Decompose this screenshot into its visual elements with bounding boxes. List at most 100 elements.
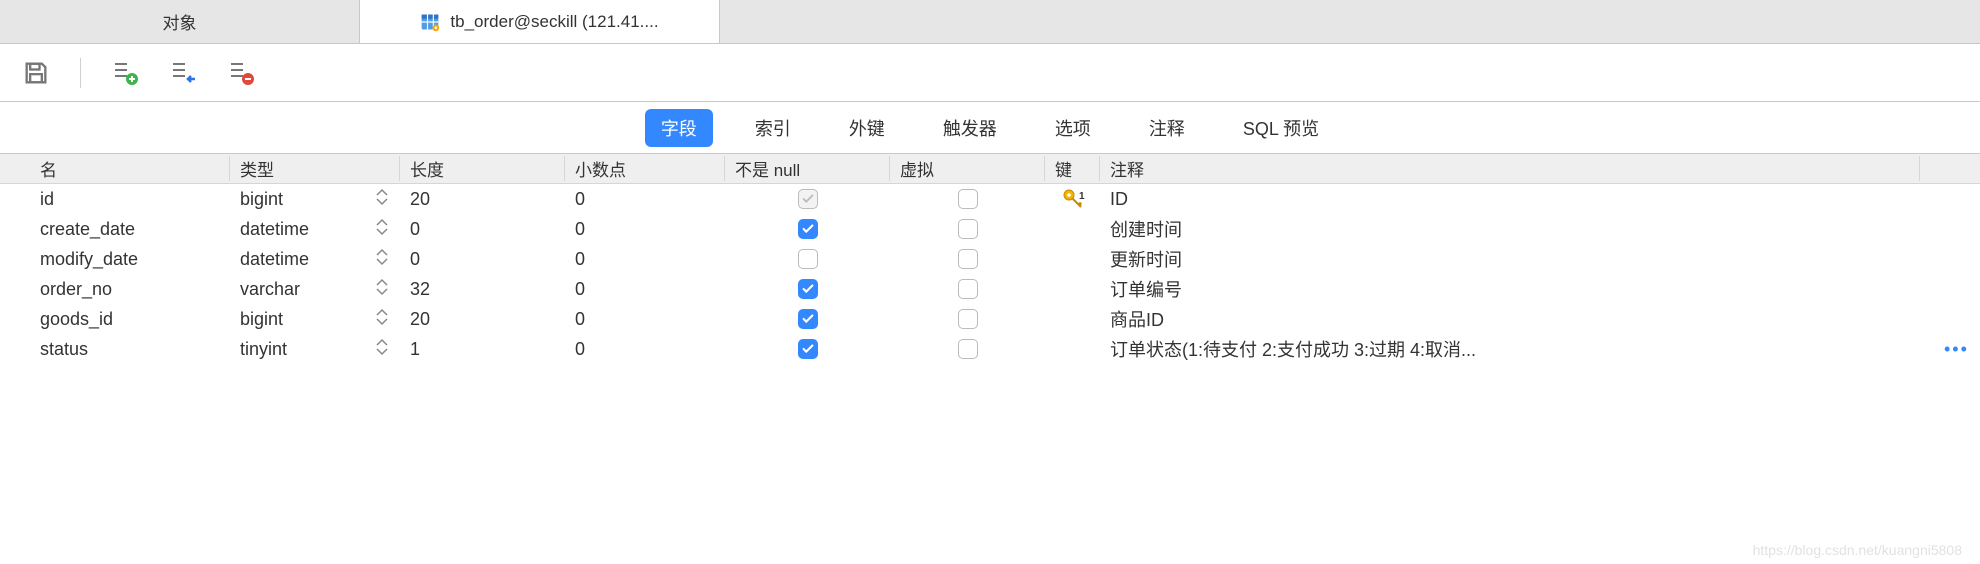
not-null-checkbox[interactable] [798, 279, 818, 299]
virtual-checkbox[interactable] [958, 189, 978, 209]
virtual-checkbox-cell [890, 279, 1045, 299]
field-type[interactable]: bigint [230, 308, 400, 330]
tab-label: 对象 [163, 9, 197, 34]
row-extra: ••• [1920, 339, 1980, 360]
not-null-checkbox[interactable] [798, 309, 818, 329]
subtabs: 字段 索引 外键 触发器 选项 注释 SQL 预览 [0, 102, 1980, 154]
subtab-fields[interactable]: 字段 [645, 109, 713, 147]
not-null-checkbox-cell [725, 189, 890, 209]
field-length[interactable]: 0 [400, 249, 565, 270]
field-key[interactable]: 1 [1045, 187, 1100, 211]
field-name[interactable]: goods_id [30, 309, 230, 330]
type-stepper[interactable] [376, 278, 390, 300]
field-decimals[interactable]: 0 [565, 339, 725, 360]
field-length[interactable]: 20 [400, 189, 565, 210]
tab-table-editor[interactable]: tb_order@seckill (121.41.... [360, 0, 720, 43]
field-length[interactable]: 32 [400, 279, 565, 300]
virtual-checkbox-cell [890, 249, 1045, 269]
table-row[interactable]: order_novarchar320 订单编号 [30, 274, 1980, 304]
subtab-foreign-keys[interactable]: 外键 [833, 109, 901, 147]
not-null-checkbox[interactable] [798, 339, 818, 359]
field-length[interactable]: 20 [400, 309, 565, 330]
type-stepper[interactable] [376, 218, 390, 240]
virtual-checkbox-cell [890, 219, 1045, 239]
not-null-checkbox[interactable] [798, 189, 818, 209]
field-type[interactable]: datetime [230, 218, 400, 240]
field-comment[interactable]: 商品ID [1100, 306, 1920, 332]
col-not-null[interactable]: 不是 null [725, 156, 890, 181]
tabs-bar: 对象 tb_order@seckill (121.41.... [0, 0, 1980, 44]
type-stepper[interactable] [376, 248, 390, 270]
table-row[interactable]: modify_datedatetime00更新时间 [30, 244, 1980, 274]
field-decimals[interactable]: 0 [565, 249, 725, 270]
field-name[interactable]: id [30, 189, 230, 210]
not-null-checkbox[interactable] [798, 249, 818, 269]
field-name[interactable]: create_date [30, 219, 230, 240]
table-icon [420, 12, 440, 32]
not-null-checkbox-cell [725, 219, 890, 239]
field-comment[interactable]: 订单编号 [1100, 276, 1920, 302]
table-row[interactable]: idbigint200 1 ID [30, 184, 1980, 214]
fields-grid: 名 类型 长度 小数点 不是 null 虚拟 键 注释 idbigint2001… [0, 154, 1980, 364]
toolbar [0, 44, 1980, 102]
subtab-options[interactable]: 选项 [1039, 109, 1107, 147]
field-decimals[interactable]: 0 [565, 279, 725, 300]
tab-objects[interactable]: 对象 [0, 0, 360, 43]
field-decimals[interactable]: 0 [565, 189, 725, 210]
table-row[interactable]: create_datedatetime00创建时间 [30, 214, 1980, 244]
not-null-checkbox-cell [725, 339, 890, 359]
virtual-checkbox-cell [890, 339, 1045, 359]
field-type[interactable]: bigint [230, 188, 400, 210]
svg-text:1: 1 [1079, 191, 1085, 202]
field-comment[interactable]: 更新时间 [1100, 246, 1920, 272]
type-stepper[interactable] [376, 338, 390, 360]
separator [80, 58, 81, 88]
virtual-checkbox[interactable] [958, 309, 978, 329]
insert-field-icon[interactable] [169, 59, 197, 87]
field-decimals[interactable]: 0 [565, 309, 725, 330]
field-comment[interactable]: 订单状态(1:待支付 2:支付成功 3:过期 4:取消... [1100, 336, 1920, 362]
field-comment[interactable]: ID [1100, 189, 1920, 210]
field-name[interactable]: modify_date [30, 249, 230, 270]
col-decimals[interactable]: 小数点 [565, 156, 725, 181]
add-field-icon[interactable] [111, 59, 139, 87]
not-null-checkbox[interactable] [798, 219, 818, 239]
field-name[interactable]: status [30, 339, 230, 360]
save-icon[interactable] [22, 59, 50, 87]
not-null-checkbox-cell [725, 279, 890, 299]
grid-body: idbigint2001IDcreate_datedatetime00创建时间m… [0, 184, 1980, 364]
subtab-sql-preview[interactable]: SQL 预览 [1227, 109, 1335, 147]
type-stepper[interactable] [376, 188, 390, 210]
subtab-triggers[interactable]: 触发器 [927, 109, 1013, 147]
table-row[interactable]: statustinyint10 订单状态(1:待支付 2:支付成功 3:过期 4:… [30, 334, 1980, 364]
virtual-checkbox[interactable] [958, 279, 978, 299]
col-name[interactable]: 名 [30, 156, 230, 181]
not-null-checkbox-cell [725, 309, 890, 329]
more-icon[interactable]: ••• [1930, 339, 1980, 360]
grid-header: 名 类型 长度 小数点 不是 null 虚拟 键 注释 [0, 154, 1980, 184]
field-type[interactable]: tinyint [230, 338, 400, 360]
col-type[interactable]: 类型 [230, 156, 400, 181]
field-decimals[interactable]: 0 [565, 219, 725, 240]
virtual-checkbox-cell [890, 309, 1045, 329]
col-key[interactable]: 键 [1045, 156, 1100, 181]
col-length[interactable]: 长度 [400, 156, 565, 181]
col-virtual[interactable]: 虚拟 [890, 156, 1045, 181]
table-row[interactable]: goods_idbigint200 商品ID [30, 304, 1980, 334]
col-comment[interactable]: 注释 [1100, 156, 1920, 181]
subtab-indexes[interactable]: 索引 [739, 109, 807, 147]
field-type[interactable]: varchar [230, 278, 400, 300]
field-length[interactable]: 0 [400, 219, 565, 240]
type-stepper[interactable] [376, 308, 390, 330]
virtual-checkbox[interactable] [958, 339, 978, 359]
field-name[interactable]: order_no [30, 279, 230, 300]
delete-field-icon[interactable] [227, 59, 255, 87]
virtual-checkbox[interactable] [958, 249, 978, 269]
virtual-checkbox-cell [890, 189, 1045, 209]
not-null-checkbox-cell [725, 249, 890, 269]
field-length[interactable]: 1 [400, 339, 565, 360]
virtual-checkbox[interactable] [958, 219, 978, 239]
field-type[interactable]: datetime [230, 248, 400, 270]
subtab-comment[interactable]: 注释 [1133, 109, 1201, 147]
field-comment[interactable]: 创建时间 [1100, 216, 1920, 242]
